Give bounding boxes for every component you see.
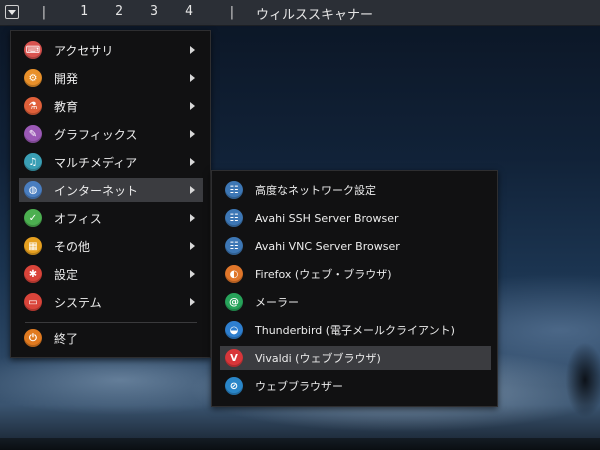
submenu-item-avahi-ssh[interactable]: ☷ Avahi SSH Server Browser bbox=[220, 206, 491, 230]
menu-item-quit[interactable]: ⏻ 終了 bbox=[19, 326, 203, 350]
chevron-right-icon bbox=[190, 46, 195, 54]
menu-item-label: その他 bbox=[54, 239, 91, 254]
mailer-icon: @ bbox=[225, 293, 243, 311]
menu-item-label: 開発 bbox=[54, 71, 79, 86]
vivaldi-icon: V bbox=[225, 349, 243, 367]
submenu-item-network-settings[interactable]: ☷ 高度なネットワーク設定 bbox=[220, 178, 491, 202]
workspace-4[interactable]: 4 bbox=[182, 4, 196, 19]
menu-item-label: アクセサリ bbox=[54, 43, 114, 58]
wallpaper-tree-silhouette bbox=[555, 330, 600, 440]
internet-icon: ◍ bbox=[24, 181, 42, 199]
menu-item-label: オフィス bbox=[54, 211, 102, 226]
menu-item-label: システム bbox=[54, 295, 102, 310]
system-icon: ▭ bbox=[24, 293, 42, 311]
menu-item-graphics[interactable]: ✎ グラフィックス bbox=[19, 122, 203, 146]
web-browser-icon: ⊘ bbox=[225, 377, 243, 395]
chevron-right-icon bbox=[190, 214, 195, 222]
menu-item-office[interactable]: ✓ オフィス bbox=[19, 206, 203, 230]
avahi-ssh-icon: ☷ bbox=[225, 209, 243, 227]
chevron-right-icon bbox=[190, 102, 195, 110]
menu-item-internet[interactable]: ◍ インターネット bbox=[19, 178, 203, 202]
submenu-item-label: メーラー bbox=[255, 296, 299, 309]
settings-icon: ✱ bbox=[24, 265, 42, 283]
menu-item-label: グラフィックス bbox=[54, 127, 138, 142]
network-settings-icon: ☷ bbox=[225, 181, 243, 199]
panel-separator: | bbox=[228, 5, 236, 20]
application-menu: ⌨ アクセサリ ⚙ 開発 ⚗ 教育 ✎ グラフィックス ♫ マルチメディア ◍ … bbox=[10, 30, 211, 358]
thunderbird-icon: ◒ bbox=[225, 321, 243, 339]
menu-item-system[interactable]: ▭ システム bbox=[19, 290, 203, 314]
menu-item-settings[interactable]: ✱ 設定 bbox=[19, 262, 203, 286]
accessories-icon: ⌨ bbox=[24, 41, 42, 59]
multimedia-icon: ♫ bbox=[24, 153, 42, 171]
internet-submenu: ☷ 高度なネットワーク設定 ☷ Avahi SSH Server Browser… bbox=[211, 170, 498, 407]
chevron-right-icon bbox=[190, 74, 195, 82]
office-icon: ✓ bbox=[24, 209, 42, 227]
menu-item-label: マルチメディア bbox=[54, 155, 138, 170]
education-icon: ⚗ bbox=[24, 97, 42, 115]
menu-item-accessories[interactable]: ⌨ アクセサリ bbox=[19, 38, 203, 62]
submenu-item-mailer[interactable]: @ メーラー bbox=[220, 290, 491, 314]
top-panel: | 1 2 3 4 | ウィルススキャナー bbox=[0, 0, 600, 26]
menu-item-label: 終了 bbox=[54, 331, 79, 346]
menu-divider bbox=[25, 322, 197, 323]
submenu-item-firefox[interactable]: ◐ Firefox (ウェブ・ブラウザ) bbox=[220, 262, 491, 286]
submenu-item-thunderbird[interactable]: ◒ Thunderbird (電子メールクライアント) bbox=[220, 318, 491, 342]
wallpaper-ground bbox=[0, 438, 600, 450]
chevron-right-icon bbox=[190, 130, 195, 138]
menu-item-label: インターネット bbox=[54, 183, 139, 198]
submenu-item-vivaldi[interactable]: V Vivaldi (ウェブブラウザ) bbox=[220, 346, 491, 370]
workspace-1[interactable]: 1 bbox=[77, 4, 91, 19]
menu-item-education[interactable]: ⚗ 教育 bbox=[19, 94, 203, 118]
menu-item-multimedia[interactable]: ♫ マルチメディア bbox=[19, 150, 203, 174]
submenu-item-label: ウェブブラウザー bbox=[255, 380, 343, 393]
menu-item-other[interactable]: ▦ その他 bbox=[19, 234, 203, 258]
submenu-item-label: Vivaldi (ウェブブラウザ) bbox=[255, 352, 381, 365]
chevron-right-icon bbox=[190, 270, 195, 278]
quit-icon: ⏻ bbox=[24, 329, 42, 347]
firefox-icon: ◐ bbox=[225, 265, 243, 283]
menu-item-development[interactable]: ⚙ 開発 bbox=[19, 66, 203, 90]
chevron-right-icon bbox=[190, 298, 195, 306]
chevron-right-icon bbox=[190, 242, 195, 250]
submenu-item-label: Avahi SSH Server Browser bbox=[255, 211, 399, 225]
panel-separator: | bbox=[40, 5, 48, 20]
menu-item-label: 教育 bbox=[54, 99, 79, 114]
avahi-vnc-icon: ☷ bbox=[225, 237, 243, 255]
chevron-down-icon bbox=[8, 9, 16, 15]
workspace-3[interactable]: 3 bbox=[147, 4, 161, 19]
other-icon: ▦ bbox=[24, 237, 42, 255]
development-icon: ⚙ bbox=[24, 69, 42, 87]
chevron-right-icon bbox=[190, 158, 195, 166]
workspace-2[interactable]: 2 bbox=[112, 4, 126, 19]
application-menu-button[interactable] bbox=[5, 5, 19, 19]
submenu-item-label: Firefox (ウェブ・ブラウザ) bbox=[255, 268, 392, 281]
submenu-item-label: Thunderbird (電子メールクライアント) bbox=[255, 324, 455, 337]
active-window-title[interactable]: ウィルススキャナー bbox=[256, 4, 373, 23]
graphics-icon: ✎ bbox=[24, 125, 42, 143]
submenu-item-label: 高度なネットワーク設定 bbox=[255, 184, 376, 197]
submenu-item-web-browser[interactable]: ⊘ ウェブブラウザー bbox=[220, 374, 491, 398]
menu-item-label: 設定 bbox=[54, 267, 79, 282]
chevron-right-icon bbox=[190, 186, 195, 194]
submenu-item-avahi-vnc[interactable]: ☷ Avahi VNC Server Browser bbox=[220, 234, 491, 258]
submenu-item-label: Avahi VNC Server Browser bbox=[255, 239, 400, 253]
